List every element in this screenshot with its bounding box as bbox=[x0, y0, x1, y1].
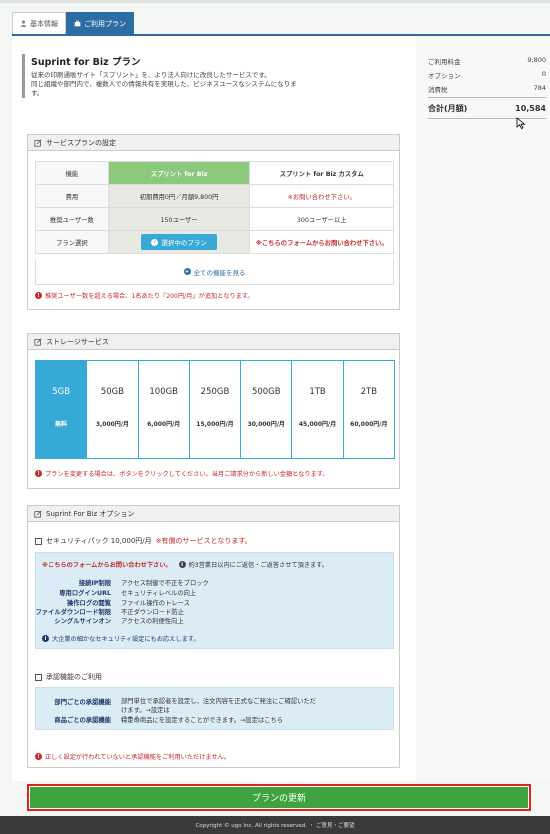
storage-option-50gb[interactable]: 50GB 3,000円/月 bbox=[87, 361, 139, 458]
feature-row: 専用ログインURL セキュリティレベルの向上 bbox=[59, 590, 197, 597]
table-row: 機能 スプリント for Biz スプリント for Biz カスタム bbox=[35, 161, 394, 185]
edit-icon bbox=[34, 509, 42, 518]
top-border bbox=[0, 0, 550, 3]
table-row: 推奨ユーザー数 150ユーザー 300ユーザー以上 bbox=[35, 207, 394, 231]
security-contact-link[interactable]: ※こちらのフォームからお問い合わせ下さい。 bbox=[42, 560, 172, 569]
edit-icon bbox=[34, 138, 42, 147]
approval-checkbox[interactable] bbox=[35, 673, 42, 681]
intro-line-3: す。 bbox=[31, 89, 44, 97]
plan-table: 機能 スプリント for Biz スプリント for Biz カスタム 費用 初… bbox=[35, 161, 394, 254]
mouse-cursor-icon bbox=[516, 117, 526, 129]
user-icon bbox=[20, 20, 27, 27]
all-features-link[interactable]: + 全ての機能を見る bbox=[35, 259, 394, 285]
storage-option-2tb[interactable]: 2TB 60,000円/月 bbox=[343, 361, 394, 458]
custom-contact-link[interactable]: ※こちらのフォームからお問い合わせ下さい。 bbox=[249, 230, 394, 254]
storage-option-5gb[interactable]: 5GB 無料 bbox=[36, 361, 88, 458]
storage-option-500gb[interactable]: 500GB 30,000円/月 bbox=[241, 361, 293, 458]
feature-row: 操作ログの閲覧 ファイル操作のトレース bbox=[66, 600, 190, 607]
table-row: 費用 初期費用0円／月額9,800円 ※お問い合わせ下さい。 bbox=[35, 184, 394, 208]
plus-circle-icon: + bbox=[183, 268, 191, 275]
intro-line-2: 同じ組織や部門内で、複数人での情報共有を実現した、ビジネスユースなシステムになり… bbox=[31, 80, 297, 88]
panel-header: サービスプランの設定 bbox=[28, 135, 399, 151]
info-icon: i bbox=[42, 635, 49, 642]
table-row: プラン選択 ✓ 選択中のプラン ※こちらのフォームからお問い合わせ下さい。 bbox=[35, 230, 394, 254]
enterprise-note: i 大企業の細かなセキュリティ設定にもお応えします。 bbox=[42, 634, 200, 643]
info-icon: i bbox=[178, 561, 186, 568]
intro-line-1: 従来の印刷通販サイト「スプリント」を、より法人向けに改良したサービスです。 bbox=[31, 71, 271, 79]
update-plan-button[interactable]: プランの更新 bbox=[27, 784, 531, 811]
footer: Copyright © ugo Inc. All rights reserved… bbox=[0, 816, 550, 834]
page-title: Suprint for Biz プラン bbox=[31, 57, 141, 68]
feature-row: 接続IP制限 アクセス制御で不正をブロック bbox=[78, 580, 209, 587]
summary-row-tax: 消費税 784 bbox=[428, 84, 546, 94]
summary-row-option: オプション 0 bbox=[428, 70, 546, 80]
alert-icon: ! bbox=[35, 753, 42, 760]
header-custom: スプリント for Biz カスタム bbox=[249, 161, 394, 185]
approval-warning: ! 正しく設定が行われていないと承認機能をご利用いただけません。 bbox=[35, 752, 230, 761]
storage-note: ! プランを変更する場合は、ボタンをクリックしてください。当月ご請求分から新しい… bbox=[35, 469, 328, 478]
tab-basic-info-label: 基本情報 bbox=[30, 19, 58, 28]
summary-row-fee: ご利用料金 9,800 bbox=[428, 56, 546, 66]
alert-icon: ! bbox=[35, 292, 42, 299]
storage-option-250gb[interactable]: 250GB 15,000円/月 bbox=[189, 361, 242, 458]
panel-header: ストレージサービス bbox=[28, 334, 399, 350]
security-pack-option: セキュリティパック 10,000円/月 ※有償のサービスとなります。 bbox=[35, 536, 252, 546]
plan-intro: Suprint for Biz プラン 従来の印刷通販サイト「スプリント」を、よ… bbox=[22, 54, 322, 98]
security-pack-checkbox[interactable] bbox=[35, 537, 42, 545]
total-amount: 10,584 bbox=[515, 103, 546, 113]
tab-bar: 基本情報 ご利用プラン bbox=[12, 12, 134, 34]
feature-row: シングルサインオン アクセスの利便性向上 bbox=[54, 618, 184, 625]
approval-option: 承認機能のご利用 bbox=[35, 672, 102, 682]
alert-icon: ! bbox=[35, 470, 42, 477]
selected-plan-button[interactable]: ✓ 選択中のプラン bbox=[141, 234, 217, 250]
feature-row: ファイルダウンロード制限 不正ダウンロード防止 bbox=[35, 609, 184, 616]
security-contact: ※こちらのフォームからお問い合わせ下さい。 i 約3営業日以内にご返信・ご返答さ… bbox=[42, 560, 328, 569]
tab-basic-info[interactable]: 基本情報 bbox=[12, 12, 66, 34]
summary-total: 合計(月額) 10,584 bbox=[428, 97, 546, 119]
plan-note: ! 推奨ユーザー数を超える場合、1名あたり『200円/月』が追加となります。 bbox=[35, 291, 254, 300]
edit-icon bbox=[34, 337, 42, 346]
check-circle-icon: ✓ bbox=[151, 238, 159, 246]
storage-option-1tb[interactable]: 1TB 45,000円/月 bbox=[292, 361, 344, 458]
header-feature: 機能 bbox=[35, 161, 109, 185]
approval-row: 商品ごとの承認機能 特定の商品にを設定することができます。→設定はこちら bbox=[54, 717, 284, 724]
storage-option-100gb[interactable]: 100GB 6,000円/月 bbox=[138, 361, 190, 458]
briefcase-icon bbox=[74, 20, 81, 27]
panel-header: Suprint For Biz オプション bbox=[28, 506, 399, 522]
tab-plan[interactable]: ご利用プラン bbox=[66, 12, 134, 34]
summary-sidebar bbox=[416, 36, 550, 781]
storage-options: 5GB 無料 50GB 3,000円/月 100GB 6,000円/月 250GB 15… bbox=[35, 360, 395, 459]
tab-plan-label: ご利用プラン bbox=[84, 19, 126, 28]
header-biz: スプリント for Biz bbox=[107, 161, 251, 185]
